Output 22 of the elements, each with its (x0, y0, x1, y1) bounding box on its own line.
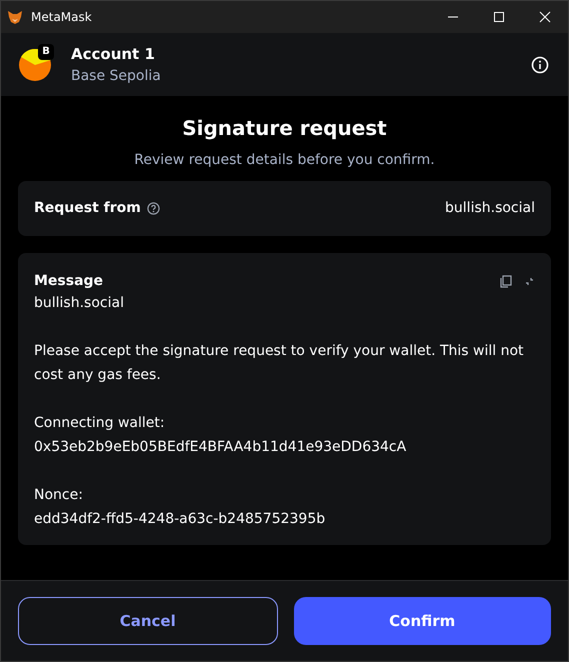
request-from-value: bullish.social (445, 199, 535, 218)
message-title: Message (34, 272, 104, 291)
question-icon[interactable] (146, 202, 160, 215)
message-text: 0x53eb2b9eEb05BEdfE4BFAA4b11d41e93eDD634cA (34, 438, 408, 457)
info-icon[interactable] (531, 56, 549, 74)
message-text: Please accept the signature request to verify your wallet. This will not cost any gas fees. (34, 342, 525, 385)
message-text: Connecting wallet: (34, 414, 166, 433)
collapse-icon[interactable] (524, 276, 535, 286)
message-text: Nonce: (34, 486, 84, 505)
account-name: Account 1 (71, 44, 156, 64)
message-text: bullish.social (34, 294, 125, 313)
network-name: Base Sepolia (71, 66, 161, 86)
network-badge: B (38, 44, 54, 60)
copy-icon[interactable] (499, 274, 512, 288)
page-subheading: Review request details before you confirm. (133, 151, 436, 170)
confirm-button[interactable]: Confirm (294, 597, 551, 645)
cancel-button[interactable]: Cancel (18, 597, 278, 645)
request-from-label: Request from (34, 199, 141, 218)
page-heading: Signature request (181, 115, 388, 142)
window-title: MetaMask (31, 9, 92, 26)
fox-logo-icon (7, 10, 23, 24)
message-text: edd34df2-ffd5-4248-a63c-b2485752395b (34, 510, 326, 529)
